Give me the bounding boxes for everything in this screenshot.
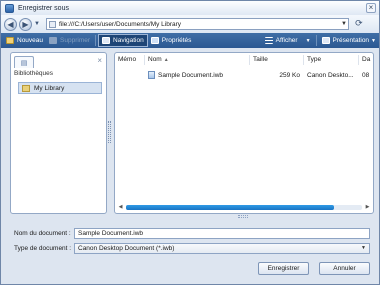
navigation-button-label: Navigation [113,37,144,44]
document-type-value: Canon Desktop Document (*.iwb) [78,245,175,252]
scroll-right-icon[interactable]: ▶ [364,204,371,211]
properties-button-label: Propriétés [161,37,192,44]
title-bar: Enregistrer sous × [1,1,379,15]
view-dropdown-icon[interactable]: ▼ [301,34,314,47]
document-file-icon [148,71,155,80]
presentation-dropdown-icon[interactable]: ▼ [371,38,376,44]
file-list-panel: Mémo Nom ▲ Taille Type Da Sample Document… [114,52,374,214]
new-button-label: Nouveau [17,37,44,44]
document-type-label: Type de document : [14,245,72,252]
resize-grip[interactable] [238,215,248,218]
column-header-memo[interactable]: Mémo [115,55,145,65]
save-button[interactable]: Enregistrer [258,262,309,275]
presentation-button-label: Présentation [332,37,370,44]
column-header-type[interactable]: Type [304,55,359,65]
app-icon [5,3,14,13]
cancel-button[interactable]: Annuler [319,262,370,275]
file-size: 259 Ko [279,72,300,79]
column-header-size[interactable]: Taille [250,55,304,65]
close-button[interactable]: × [366,3,376,13]
file-name-cell: Sample Document.iwb [145,70,250,81]
libraries-title: Bibliothèques [14,70,54,77]
delete-button-label: Supprimer [60,37,91,44]
path-dropdown-icon[interactable]: ▼ [340,21,348,27]
address-path-field[interactable]: file:///C:/Users/user/Documents/My Libra… [45,18,349,30]
window-title: Enregistrer sous [18,4,69,12]
column-headers: Mémo Nom ▲ Taille Type Da [115,55,373,65]
libraries-panel: ▤ × Bibliothèques My Library [10,52,107,214]
file-type: Canon Deskto... [307,72,354,79]
new-button[interactable]: Nouveau [3,34,46,47]
panel-splitter[interactable] [108,121,111,143]
navigation-pane-icon [102,37,111,44]
new-folder-icon [6,37,14,44]
forward-button[interactable]: ▶ [19,17,32,31]
navigation-button[interactable]: Navigation [98,34,148,47]
presentation-button[interactable]: Présentation ▼ [319,34,379,47]
delete-button[interactable]: Supprimer [46,34,93,47]
scrollbar-thumb[interactable] [126,204,334,210]
back-arrow-icon: ◀ [7,19,14,29]
properties-icon [150,37,159,44]
presentation-icon [321,37,330,44]
view-button-label: Afficher [275,37,298,44]
scroll-left-icon[interactable]: ◀ [117,204,124,211]
view-list-icon [264,37,273,44]
chevron-down-icon: ▼ [361,245,366,251]
toolbar-divider [95,35,97,46]
save-as-dialog: Enregistrer sous × ◀ ▶ ▼ file:///C:/User… [0,0,380,285]
properties-button[interactable]: Propriétés [148,34,195,47]
back-button[interactable]: ◀ [4,17,17,31]
view-button[interactable]: Afficher [262,34,301,47]
file-date: 08 [362,72,370,79]
column-header-name-label: Nom [148,56,162,63]
sort-ascending-icon: ▲ [163,57,169,63]
delete-icon [49,37,58,44]
close-panel-icon[interactable]: × [97,56,102,65]
refresh-icon[interactable]: ⟳ [353,18,365,30]
history-dropdown-icon[interactable]: ▼ [34,21,40,27]
library-tab-icon: ▤ [20,59,28,67]
address-path-text[interactable]: file:///C:/Users/user/Documents/My Libra… [59,21,340,28]
file-name: Sample Document.iwb [158,72,224,79]
horizontal-scrollbar[interactable]: ◀ ▶ [117,203,371,211]
document-name-field[interactable]: Sample Document.iwb [74,228,370,239]
sidebar-item-label: My Library [34,84,65,92]
library-icon [22,84,30,92]
forward-arrow-icon: ▶ [22,19,29,29]
toolbar-divider [315,35,317,46]
document-name-label: Nom du document : [14,230,71,237]
column-header-date[interactable]: Da [359,55,373,65]
document-type-select[interactable]: Canon Desktop Document (*.iwb) ▼ [74,243,370,254]
sidebar-item-my-library[interactable]: My Library [18,82,102,94]
folder-path-icon [48,20,56,28]
scrollbar-track[interactable] [126,204,362,210]
toolbar: Nouveau Supprimer Navigation Propriétés … [1,33,379,48]
file-row[interactable]: Sample Document.iwb 259 Ko Canon Deskto.… [115,70,373,81]
column-header-name[interactable]: Nom ▲ [145,55,250,65]
libraries-tab[interactable]: ▤ [14,56,34,68]
address-bar: ◀ ▶ ▼ file:///C:/Users/user/Documents/My… [1,15,379,33]
